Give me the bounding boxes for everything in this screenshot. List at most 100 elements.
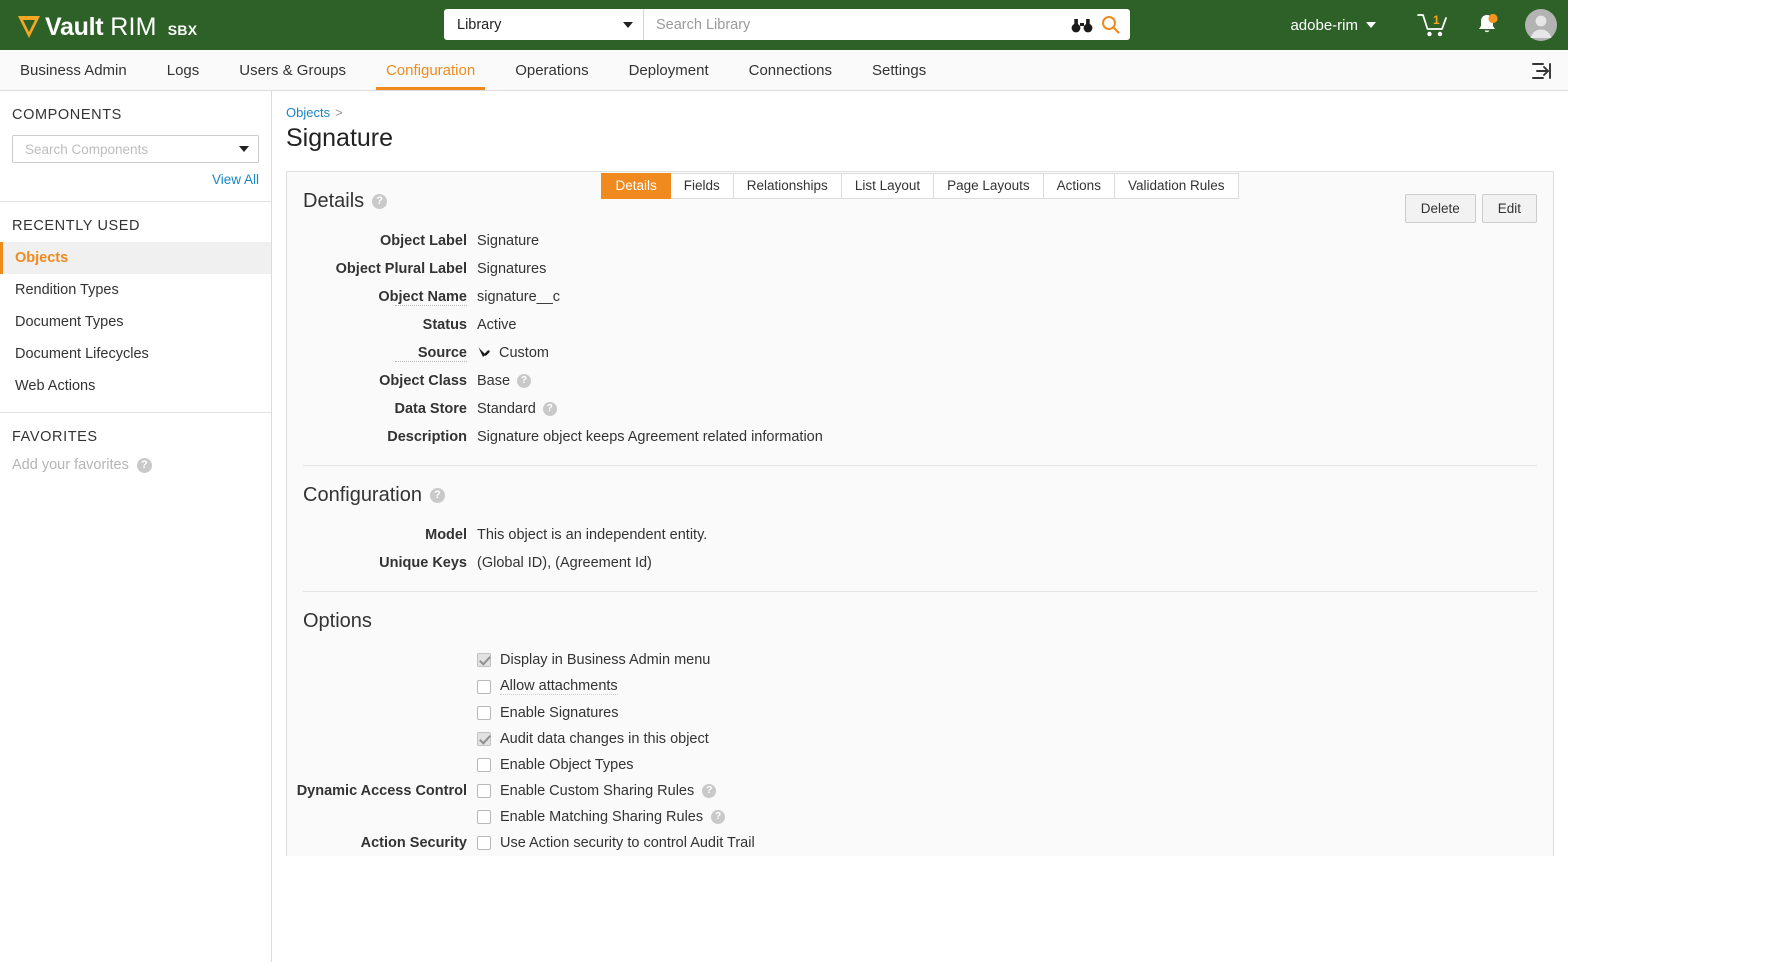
nav-item-connections[interactable]: Connections — [729, 50, 852, 90]
notification-dot — [1488, 13, 1498, 24]
configuration-rows: Model This object is an independent enti… — [287, 507, 1553, 577]
checkbox-audit-data-changes[interactable] — [477, 732, 491, 746]
tab-label: Fields — [683, 178, 720, 193]
search-scope-value: Library — [457, 16, 502, 33]
username-label: adobe-rim — [1290, 16, 1358, 34]
option-label-wrap: Enable Custom Sharing Rules ? — [500, 783, 717, 799]
row-value: Active — [477, 317, 517, 333]
favorites-section: FAVORITES Add your favorites ? — [0, 413, 271, 489]
tab-label: Relationships — [746, 178, 828, 193]
option-label-wrap: Display in Business Admin menu — [500, 652, 710, 668]
tab-label: List Layout — [854, 178, 921, 193]
nav-item-logs[interactable]: Logs — [147, 50, 220, 90]
chevron-down-icon[interactable] — [239, 146, 249, 152]
search-components-input[interactable] — [23, 140, 239, 158]
help-icon[interactable]: ? — [136, 457, 152, 473]
row-value: Standard — [477, 401, 536, 417]
row-label: Model — [425, 527, 467, 543]
checkbox-enable-signatures[interactable] — [477, 706, 491, 720]
checkbox-enable-object-types[interactable] — [477, 758, 491, 772]
edit-button[interactable]: Edit — [1481, 194, 1537, 223]
binoculars-icon[interactable] — [1071, 17, 1093, 33]
search-scope-dropdown[interactable]: Library — [444, 9, 644, 40]
checkbox-use-action-security[interactable] — [477, 836, 491, 850]
row-label: Object Label — [379, 233, 467, 249]
vault-v-logo-icon — [18, 15, 40, 38]
checkbox-allow-attachments[interactable] — [477, 679, 491, 694]
breadcrumb-objects-link[interactable]: Objects — [286, 105, 330, 120]
tab-relationships[interactable]: Relationships — [733, 173, 842, 199]
favorites-title: FAVORITES — [12, 429, 98, 445]
sidebar-item-label: Document Types — [15, 314, 124, 330]
help-icon[interactable]: ? — [429, 488, 445, 503]
application-window: Vault RIM SBX Library Search Library ado… — [0, 0, 1568, 963]
help-icon[interactable]: ? — [542, 402, 557, 416]
row-value: Signature object keeps Agreement related… — [477, 429, 823, 445]
sidebar-item-web-actions[interactable]: Web Actions — [0, 370, 271, 402]
favorites-empty-state[interactable]: Add your favorites ? — [12, 457, 259, 473]
row-label: Source — [287, 345, 477, 362]
help-icon[interactable]: ? — [711, 810, 726, 824]
tab-validation-rules[interactable]: Validation Rules — [1114, 173, 1239, 199]
user-menu[interactable]: adobe-rim — [1290, 17, 1376, 34]
option-label: Enable Custom Sharing Rules — [500, 783, 695, 799]
option-row-display-business-admin: Display in Business Admin menu — [287, 647, 1553, 673]
row-label: Unique Keys — [379, 555, 467, 571]
product-logo[interactable]: Vault RIM SBX — [16, 9, 197, 42]
option-row-enable-custom-sharing-rules: Dynamic Access Control Enable Custom Sha… — [287, 778, 1553, 804]
object-detail-panel: Details Fields Relationships List Layout… — [286, 171, 1554, 856]
header-user-area: adobe-rim 1 — [1290, 0, 1568, 50]
help-icon[interactable]: ? — [372, 194, 388, 209]
nav-item-operations[interactable]: Operations — [495, 50, 608, 90]
tab-fields[interactable]: Fields — [670, 173, 734, 199]
checkbox-enable-matching-sharing-rules[interactable] — [477, 810, 491, 824]
tab-list-layout[interactable]: List Layout — [841, 173, 935, 199]
delete-button[interactable]: Delete — [1404, 194, 1476, 223]
checkbox-enable-custom-sharing-rules[interactable] — [477, 784, 491, 798]
tab-label: Details — [615, 178, 657, 193]
option-label: Use Action security to control Audit Tra… — [500, 835, 755, 851]
nav-label: Connections — [748, 61, 833, 79]
exit-admin-button[interactable] — [1530, 50, 1552, 91]
components-search-box[interactable] — [12, 135, 259, 163]
sidebar-item-document-lifecycles[interactable]: Document Lifecycles — [0, 338, 271, 370]
nav-label: Configuration — [385, 61, 476, 79]
notifications-button[interactable] — [1460, 0, 1514, 50]
nav-item-business-admin[interactable]: Business Admin — [0, 50, 147, 90]
nav-item-configuration[interactable]: Configuration — [366, 50, 495, 90]
cart-button[interactable]: 1 — [1406, 0, 1460, 50]
sidebar-item-rendition-types[interactable]: Rendition Types — [0, 274, 271, 306]
chevron-down-icon — [1366, 22, 1376, 28]
tab-label: Actions — [1056, 178, 1101, 193]
view-all-link[interactable]: View All — [12, 172, 259, 187]
tab-actions[interactable]: Actions — [1043, 173, 1115, 199]
detail-row-source: Source Custom — [287, 339, 1553, 367]
help-icon[interactable]: ? — [702, 784, 717, 798]
config-row-unique-keys: Unique Keys (Global ID), (Agreement Id) — [287, 549, 1553, 577]
nav-label: Operations — [515, 61, 589, 79]
nav-label: Logs — [166, 61, 200, 79]
recently-used-title: RECENTLY USED — [12, 218, 141, 234]
nav-label: Business Admin — [20, 61, 127, 79]
search-icon[interactable] — [1101, 15, 1120, 34]
help-icon[interactable]: ? — [517, 374, 532, 388]
nav-item-deployment[interactable]: Deployment — [609, 50, 729, 90]
tab-details[interactable]: Details — [601, 173, 671, 199]
breadcrumb: Objects > — [272, 91, 1568, 120]
row-value: Signatures — [477, 261, 547, 277]
nav-item-users-groups[interactable]: Users & Groups — [219, 50, 366, 90]
logo-rim-text: RIM — [110, 12, 157, 41]
detail-row-object-plural-label: Object Plural Label Signatures — [287, 255, 1553, 283]
search-input[interactable] — [644, 10, 1071, 39]
checkbox-display-in-business-admin-menu[interactable] — [477, 653, 491, 667]
sidebar-item-document-types[interactable]: Document Types — [0, 306, 271, 338]
avatar[interactable] — [1514, 0, 1568, 50]
option-row-use-action-security: Action Security Use Action security to c… — [287, 830, 1553, 856]
sidebar-item-objects[interactable]: Objects — [0, 242, 271, 274]
option-label: Display in Business Admin menu — [500, 652, 711, 668]
tab-page-layouts[interactable]: Page Layouts — [934, 173, 1044, 199]
option-label-wrap: Enable Matching Sharing Rules ? — [500, 809, 726, 825]
row-value-wrap: Base ? — [477, 373, 532, 389]
option-label: Enable Matching Sharing Rules — [500, 809, 704, 825]
nav-item-settings[interactable]: Settings — [852, 50, 946, 90]
